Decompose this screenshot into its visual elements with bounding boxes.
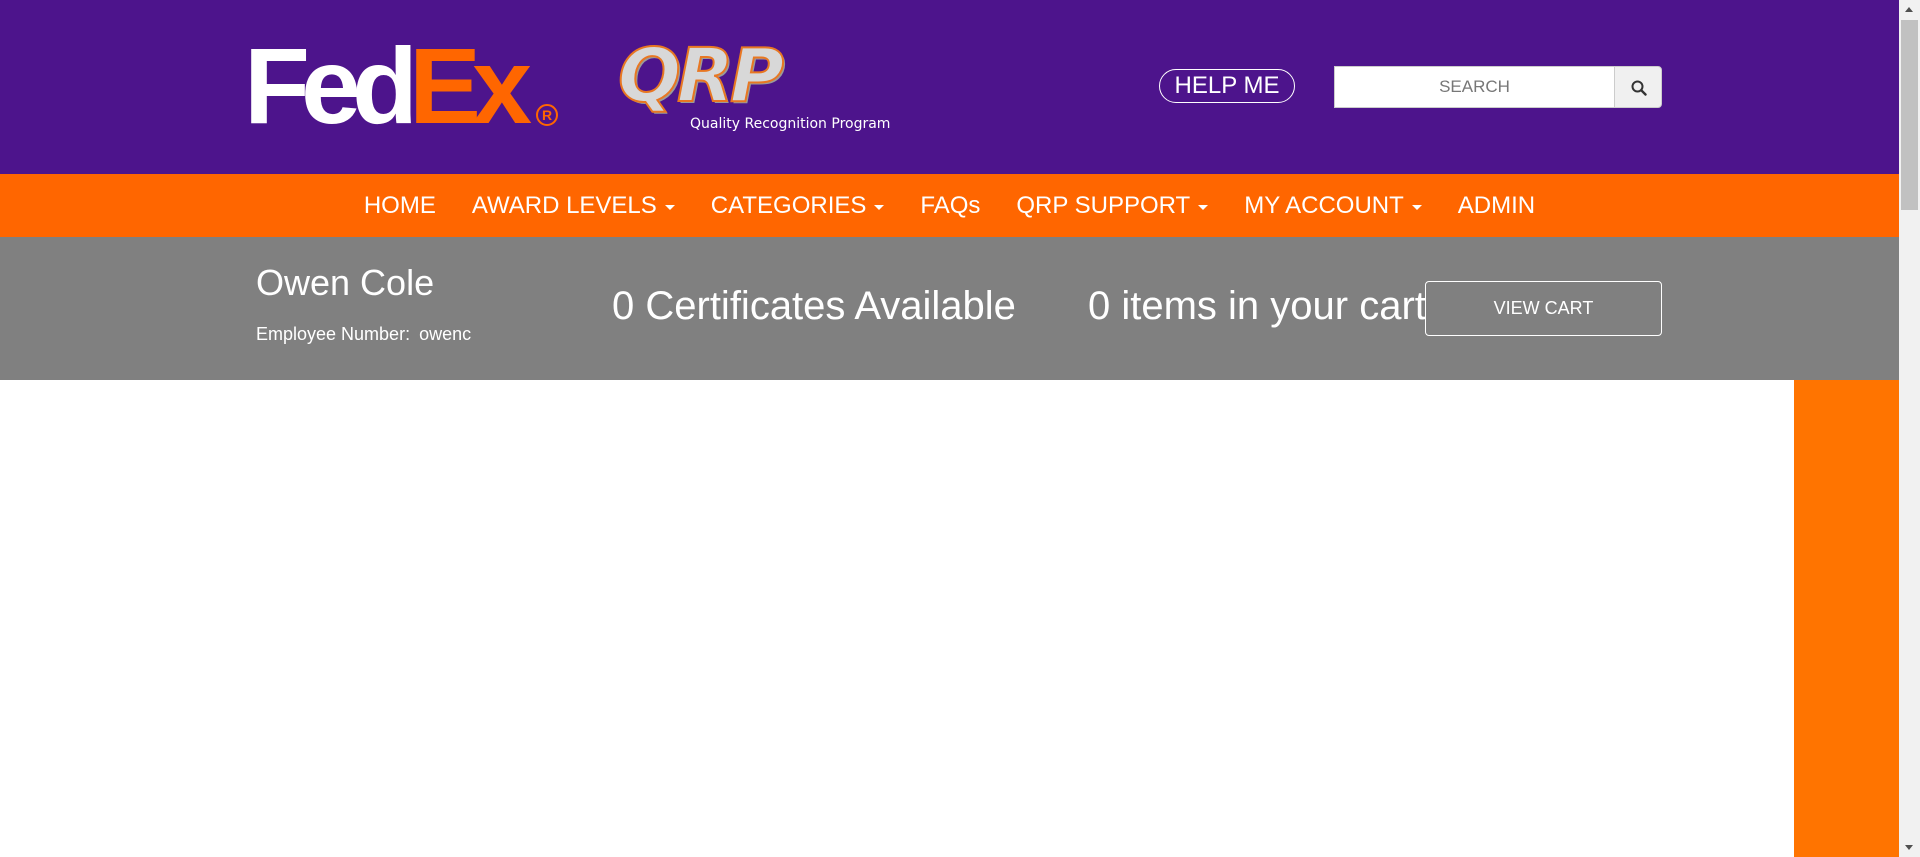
site-header: FedEx R QRP Quality Recognition Program … [0, 0, 1899, 174]
nav-item-label: CATEGORIES [710, 191, 867, 219]
nav-item-label: QRP SUPPORT [1016, 191, 1191, 219]
scroll-thumb[interactable] [1901, 20, 1918, 210]
nav-item-faqs[interactable]: FAQs [920, 192, 980, 220]
nav-item-admin[interactable]: ADMIN [1458, 192, 1535, 220]
nav-item-label: ADMIN [1457, 191, 1536, 219]
qrp-logo[interactable]: QRP Quality Recognition Program [617, 33, 908, 140]
qrp-tagline: Quality Recognition Program [690, 116, 891, 132]
registered-mark-icon: R [536, 104, 558, 126]
caret-down-icon [874, 204, 885, 210]
view-cart-button[interactable]: VIEW CART [1425, 281, 1662, 336]
nav-item-award-levels[interactable]: AWARD LEVELS [472, 192, 675, 220]
caret-down-icon [1198, 204, 1209, 210]
nav-item-qrp-support[interactable]: QRP SUPPORT [1016, 191, 1209, 220]
help-me-button[interactable]: HELP ME [1159, 69, 1295, 103]
search-button[interactable] [1614, 66, 1662, 108]
nav-item-label: MY ACCOUNT [1244, 191, 1404, 219]
fedex-logo[interactable]: FedEx R [244, 32, 558, 140]
employee-number-value: owenc [419, 324, 472, 344]
caret-down-icon [664, 204, 675, 210]
user-name: Owen Cole [256, 262, 435, 303]
qrp-logo-mark: QRP [617, 33, 785, 119]
scroll-up-icon[interactable] [1905, 7, 1913, 12]
nav-item-my-account[interactable]: MY ACCOUNT [1244, 192, 1422, 220]
search-input[interactable] [1334, 66, 1615, 108]
nav-item-label: FAQs [920, 191, 981, 219]
main-content [0, 380, 1794, 857]
account-info-bar: Owen Cole Employee Number: owenc 0 Certi… [0, 237, 1899, 380]
fedex-logo-ex: Ex [409, 25, 532, 146]
caret-down-icon [1411, 204, 1422, 210]
nav-item-label: AWARD LEVELS [471, 191, 657, 219]
search-icon [1631, 80, 1647, 96]
certificates-available: 0 Certificates Available [612, 284, 1016, 328]
nav-item-home[interactable]: HOME [364, 192, 436, 220]
side-orange-panel [1794, 380, 1899, 857]
main-nav: HOME AWARD LEVELS CATEGORIES FAQs QRP SUPPOR… [0, 174, 1899, 237]
employee-number-label: Employee Number: [256, 324, 411, 344]
employee-number: Employee Number: owenc [256, 324, 471, 345]
page-scrollbar[interactable] [1899, 0, 1920, 857]
scroll-down-icon[interactable] [1905, 845, 1913, 850]
nav-item-label: HOME [363, 191, 436, 219]
nav-item-categories[interactable]: CATEGORIES [711, 192, 885, 220]
cart-item-count: 0 items in your cart [1088, 284, 1426, 328]
fedex-logo-fed: Fed [244, 25, 418, 146]
